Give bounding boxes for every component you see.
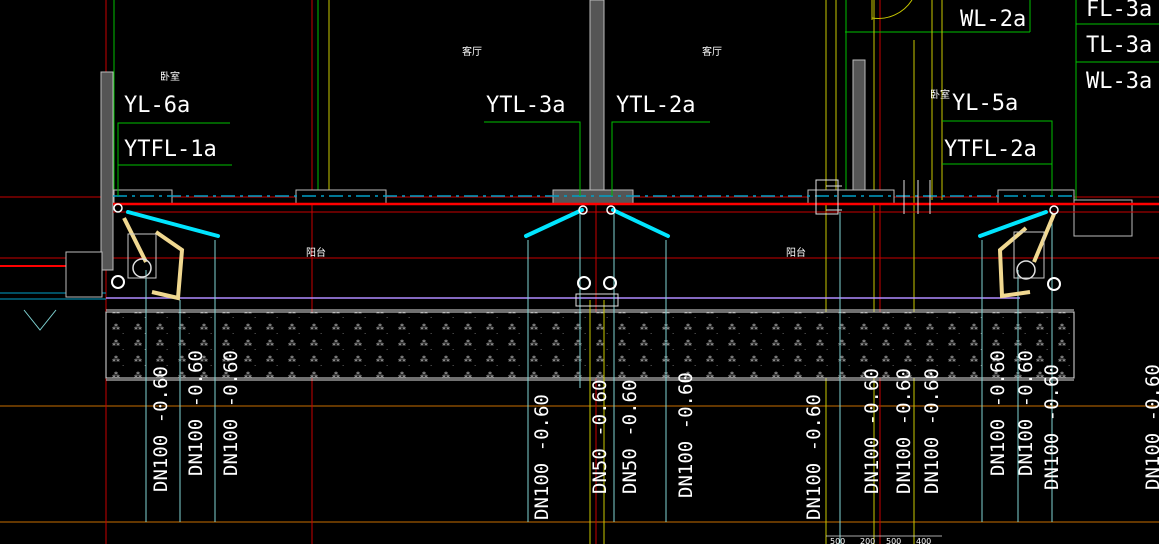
tag-leaders	[117, 120, 1053, 196]
dim-1: 500	[830, 537, 845, 544]
pipe-label-6: DN50 -0.60	[619, 380, 641, 494]
pipe-label-7: DN100 -0.60	[675, 372, 697, 498]
pipe-tags: YL-6a YTFL-1a YTL-3a YTL-2a YL-5a YTFL-2…	[124, 0, 1152, 162]
label-living-right: 客厅	[702, 45, 722, 58]
dim-4: 400	[916, 537, 931, 544]
pipe-label-13: DN100 -0.60	[1015, 350, 1037, 476]
dimension-string: 500 200 500 400	[826, 535, 942, 544]
pipe-label-9: DN100 -0.60	[861, 368, 883, 494]
label-bedroom-right: 卧室	[930, 88, 950, 101]
cyan-swings	[126, 208, 1048, 238]
tag-yl-5a: YL-5a	[952, 91, 1018, 116]
tag-ytl-2a: YTL-2a	[616, 93, 695, 118]
pipe-label-11: DN100 -0.60	[921, 368, 943, 494]
dim-3: 500	[886, 537, 901, 544]
room-labels: 卧室 客厅 客厅 卧室 阳台 阳台	[160, 45, 950, 259]
label-balcony-right: 阳台	[786, 246, 806, 259]
label-living-left: 客厅	[462, 45, 482, 58]
tag-ytfl-1a: YTFL-1a	[124, 137, 217, 162]
floor-drains	[575, 205, 619, 307]
tag-fl-3a: FL-3a	[1086, 0, 1152, 22]
tag-ytl-3a: YTL-3a	[486, 93, 565, 118]
pipe-label-4: DN100 -0.60	[531, 394, 553, 520]
pipe-label-5: DN50 -0.60	[589, 380, 611, 494]
tag-wl-3a: WL-3a	[1086, 69, 1152, 94]
pipe-label-15: DN100 -0.60	[1142, 364, 1159, 490]
tag-tl-3a: TL-3a	[1086, 33, 1152, 58]
pipe-label-2: DN100 -0.60	[185, 350, 207, 476]
tag-ytfl-2a: YTFL-2a	[944, 137, 1037, 162]
pipe-label-10: DN100 -0.60	[893, 368, 915, 494]
cad-drawing-canvas[interactable]: ⁂ ·	[0, 0, 1159, 544]
label-balcony-left: 阳台	[306, 246, 326, 259]
tag-wl-2a: WL-2a	[960, 7, 1026, 32]
dim-2: 200	[860, 537, 875, 544]
pipe-label-14: DN100 -0.60	[1041, 364, 1063, 490]
pipe-label-12: DN100 -0.60	[987, 350, 1009, 476]
label-bedroom-left: 卧室	[160, 70, 180, 83]
tag-yl-6a: YL-6a	[124, 93, 190, 118]
pipe-label-1: DN100 -0.60	[150, 366, 172, 492]
pipe-label-8: DN100 -0.60	[803, 394, 825, 520]
pipe-label-3: DN100 -0.60	[220, 350, 242, 476]
